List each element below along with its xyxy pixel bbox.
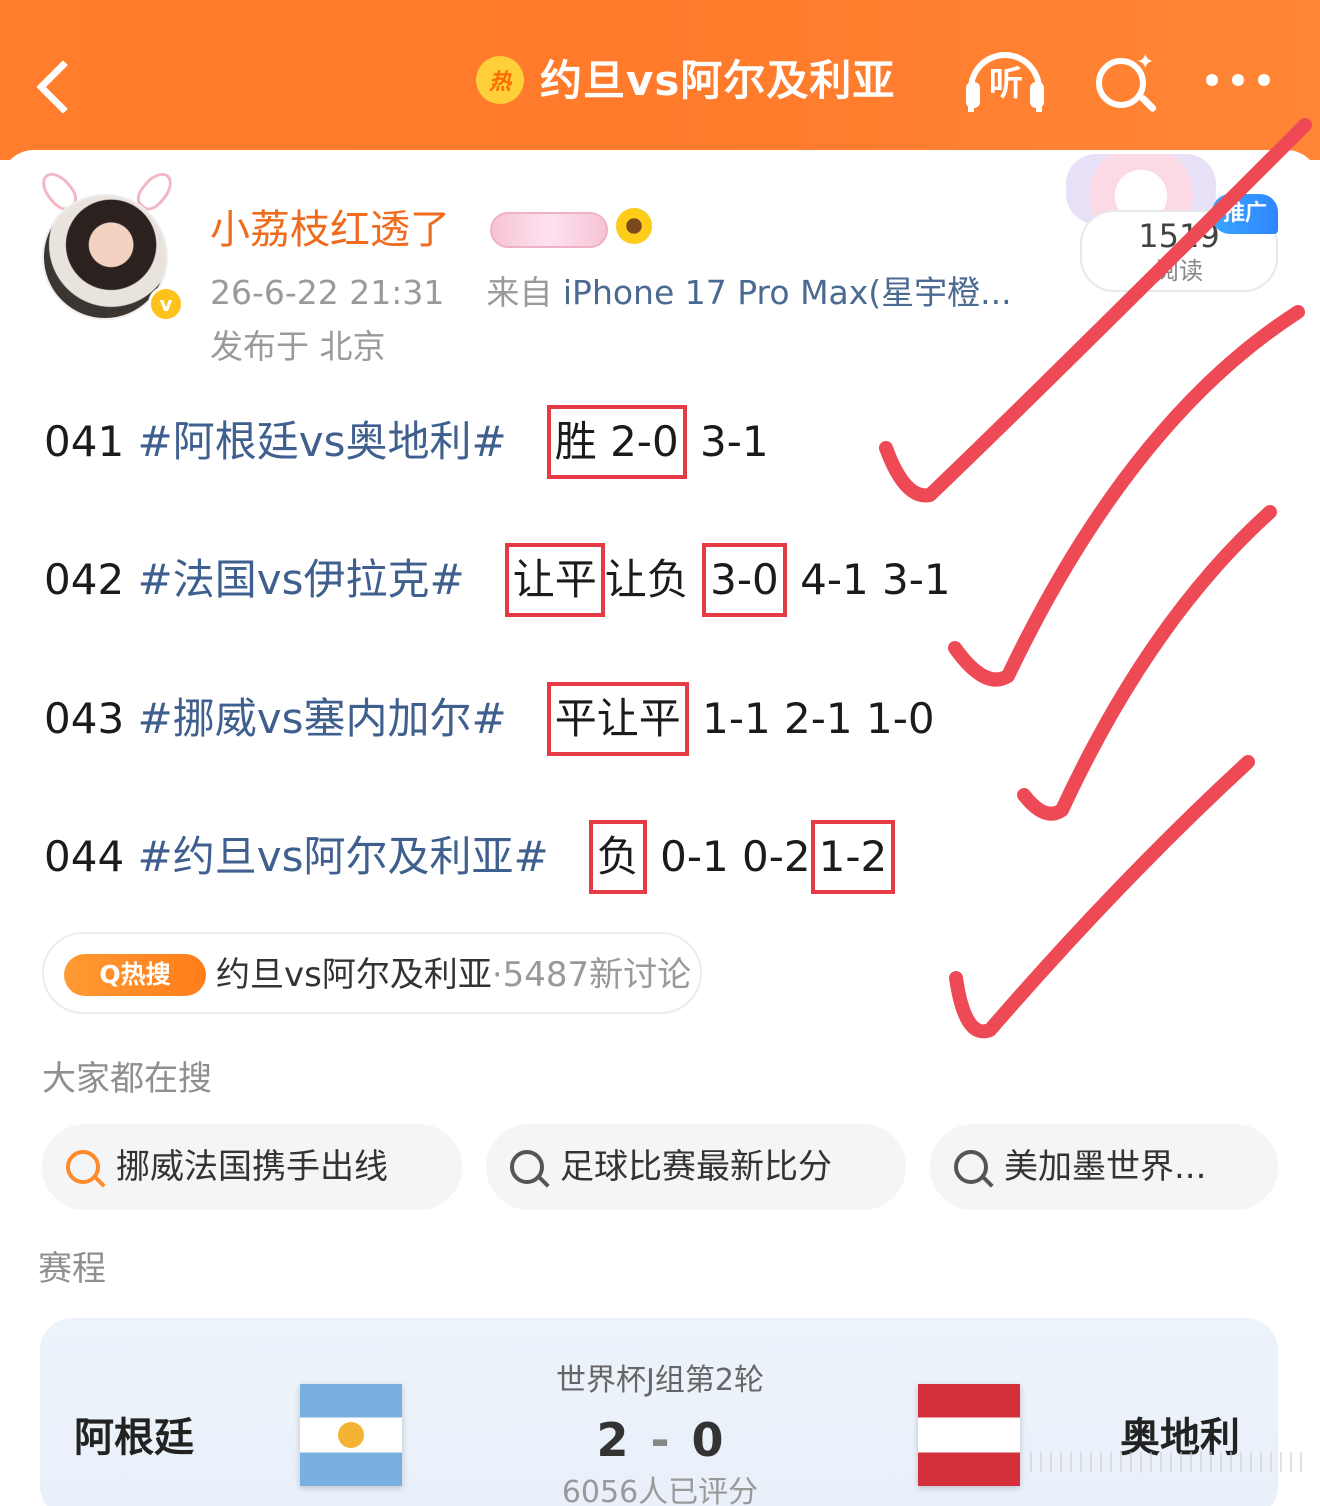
pick-scores: 4-1 3-1 [800,555,951,604]
boxed-pick: 胜 2-0 [546,405,687,479]
chip-label: 美加墨世界... [1004,1147,1207,1187]
hot-search-label: Q热搜 [64,954,206,996]
source-prefix: 来自 [486,273,553,312]
search-icon[interactable]: ✦ [1092,50,1162,116]
match-number: 043 [44,694,125,743]
listen-headphones-icon[interactable]: 听 [962,46,1048,112]
post-line: 044 #约旦vs阿尔及利亚# 负 0-1 0-2 1-2 [44,820,896,894]
away-score: 0 [691,1413,724,1467]
match-score: 2-0 [560,1410,760,1470]
watermark-decoration [1030,1452,1310,1472]
username[interactable]: 小荔枝红透了 [210,200,450,260]
match-number: 044 [44,832,125,881]
post-line: 041 #阿根廷vs奥地利# 胜 2-0 3-1 [44,405,769,479]
boxed-pick: 负 [588,820,647,894]
user-badge-icon [490,212,608,248]
topic-link[interactable]: #约旦vs阿尔及利亚# [138,832,549,881]
read-label: 阅读 [1155,257,1203,285]
verified-badge-icon: v [148,286,184,322]
hot-search-pill[interactable]: Q热搜 约旦vs阿尔及利亚·5487新讨论 [42,932,702,1014]
pick-scores: 0-1 0-2 [660,832,811,881]
page-title: 约旦vs阿尔及利亚 [540,56,896,105]
top-bar: 热 约旦vs阿尔及利亚 听 ✦ [0,0,1320,160]
back-arrow-icon[interactable] [34,50,90,114]
search-chip[interactable]: 挪威法国携手出线 [42,1124,462,1210]
section-title-everyone-search: 大家都在搜 [42,1059,212,1099]
rating-count: 6056人已评分 [561,1475,759,1506]
pick-text: 让负 [604,555,689,604]
post-line: 042 #法国vs伊拉克# 让平 让负 3-0 4-1 3-1 [44,543,951,617]
home-team: 阿根廷 [74,1415,194,1461]
section-title-schedule: 赛程 [38,1249,106,1289]
promo-tag[interactable]: 推广 [1212,194,1278,234]
post-meta: 26-6-22 21:31 来自 iPhone 17 Pro Max(星宇橙..… [210,268,1012,318]
boxed-pick: 平让平 [546,682,689,756]
sunflower-icon [616,208,652,244]
topic-link[interactable]: #阿根廷vs奥地利# [138,417,507,466]
chip-label: 挪威法国携手出线 [116,1147,388,1187]
hot-search-topic: 约旦vs阿尔及利亚 [216,955,492,995]
hot-search-text: 约旦vs阿尔及利亚·5487新讨论 [216,950,691,1000]
hot-search-count: ·5487新讨论 [491,955,692,995]
hot-search-icon [66,1150,100,1184]
pick-scores: 3-1 [700,417,769,466]
timestamp: 26-6-22 21:31 [210,273,445,312]
topic-link[interactable]: #法国vs伊拉克# [138,555,465,604]
listen-label: 听 [989,64,1023,104]
chip-label: 足球比赛最新比分 [560,1147,832,1187]
topic-link[interactable]: #挪威vs塞内加尔# [138,694,507,743]
score-dash: - [650,1413,670,1467]
boxed-pick: 让平 [504,543,605,617]
boxed-score: 3-0 [702,543,787,617]
more-options-icon[interactable] [1206,68,1286,92]
match-round: 世界杯J组第2轮 [556,1363,764,1398]
search-icon [954,1150,988,1184]
home-score: 2 [596,1413,629,1467]
search-chip[interactable]: 美加墨世界... [930,1124,1278,1210]
boxed-score: 1-2 [810,820,896,894]
avatar[interactable]: v [30,166,184,330]
post-line: 043 #挪威vs塞内加尔# 平让平 1-1 2-1 1-0 [44,682,935,756]
pick-scores: 1-1 2-1 1-0 [702,694,935,743]
argentina-flag-icon [300,1384,402,1486]
hot-badge-icon: 热 [476,56,524,104]
austria-flag-icon [918,1384,1020,1486]
search-chip[interactable]: 足球比赛最新比分 [486,1124,906,1210]
device-link[interactable]: iPhone 17 Pro Max(星宇橙... [563,273,1012,312]
match-number: 041 [44,417,125,466]
location: 发布于 北京 [210,327,386,366]
match-card[interactable]: 阿根廷 世界杯J组第2轮 2-0 6056人已评分 奥地利 [40,1318,1278,1506]
search-icon [510,1150,544,1184]
match-number: 042 [44,555,125,604]
